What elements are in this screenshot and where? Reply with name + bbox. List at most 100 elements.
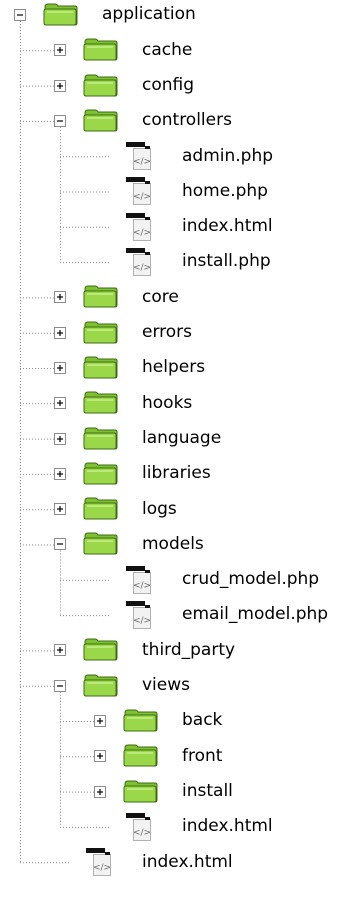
php-file-icon: </> [126, 212, 151, 241]
folder-icon [83, 638, 118, 661]
svg-text:</>: </> [133, 581, 151, 591]
folder-icon [123, 780, 158, 803]
svg-text:</>: </> [133, 157, 151, 167]
tree-folder-item[interactable]: cache [0, 33, 344, 68]
folder-label: application [102, 4, 196, 25]
folder-icon [83, 74, 118, 97]
expand-plus-icon[interactable] [94, 785, 107, 799]
tree-file-item[interactable]: </> crud_model.php [0, 562, 344, 597]
folder-label: config [142, 74, 195, 95]
php-file-icon: </> [126, 248, 151, 277]
folder-icon [123, 744, 158, 767]
svg-text:</>: </> [133, 828, 151, 838]
folder-label: libraries [142, 463, 211, 484]
expand-plus-icon[interactable] [54, 291, 67, 304]
folder-label: cache [142, 39, 193, 60]
expand-plus-icon[interactable] [54, 361, 67, 375]
php-file-icon: </> [126, 142, 151, 171]
file-label: install.php [182, 251, 271, 272]
tree-file-item[interactable]: </> index.html [0, 809, 344, 844]
tree-folder-item[interactable]: errors [0, 315, 344, 350]
expand-plus-icon[interactable] [54, 44, 67, 57]
folder-icon [83, 109, 118, 132]
folder-icon [83, 674, 118, 697]
file-label: crud_model.php [182, 569, 320, 590]
tree-folder-item[interactable]: views [0, 668, 344, 703]
expand-plus-icon[interactable] [54, 503, 67, 516]
tree-folder-item[interactable]: controllers [0, 103, 344, 138]
tree-folder-item[interactable]: helpers [0, 350, 344, 385]
folder-label: core [142, 286, 179, 307]
file-label: index.html [142, 851, 233, 872]
tree-folder-item[interactable]: core [0, 280, 344, 315]
folder-icon [83, 321, 118, 344]
svg-text:</>: </> [133, 616, 151, 626]
expand-plus-icon[interactable] [94, 750, 107, 763]
folder-icon [83, 427, 118, 450]
expand-plus-icon[interactable] [94, 714, 107, 728]
php-file-icon: </> [86, 848, 111, 877]
tree-folder-item[interactable]: language [0, 421, 344, 456]
php-file-icon: </> [126, 177, 151, 206]
file-label: admin.php [182, 145, 274, 166]
folder-icon [83, 38, 118, 61]
folder-label: install [182, 780, 233, 801]
tree-file-item[interactable]: </> email_model.php [0, 597, 344, 632]
folder-icon [83, 391, 118, 414]
tree-folder-item[interactable]: third_party [0, 633, 344, 668]
folder-icon [43, 3, 78, 26]
folder-icon [83, 462, 118, 485]
file-label: home.php [182, 180, 268, 201]
tree-file-item[interactable]: </> install.php [0, 244, 344, 279]
svg-text:</>: </> [133, 228, 151, 238]
php-file-icon: </> [126, 601, 151, 630]
tree-folder-item[interactable]: logs [0, 492, 344, 527]
file-label: index.html [182, 816, 273, 837]
folder-icon [83, 285, 118, 308]
folder-label: back [182, 710, 223, 731]
tree-folder-item[interactable]: install [0, 774, 344, 809]
folder-label: logs [142, 498, 177, 519]
tree-file-item[interactable]: </> admin.php [0, 139, 344, 174]
php-file-icon: </> [126, 565, 151, 594]
folder-label: language [142, 427, 222, 448]
tree-file-item[interactable]: </> index.html [0, 845, 344, 880]
expand-plus-icon[interactable] [54, 432, 67, 446]
tree-file-item[interactable]: </> home.php [0, 174, 344, 209]
folder-label: hooks [142, 392, 193, 413]
folder-label: views [142, 675, 191, 696]
svg-text:</>: </> [133, 263, 151, 273]
tree-file-item[interactable]: </> index.html [0, 209, 344, 244]
folder-label: helpers [142, 357, 206, 378]
file-label: email_model.php [182, 604, 329, 625]
php-file-icon: </> [126, 812, 151, 841]
collapse-minus-icon[interactable] [14, 9, 27, 22]
tree-folder-item[interactable]: front [0, 739, 344, 774]
expand-plus-icon[interactable] [54, 326, 67, 340]
expand-plus-icon[interactable] [54, 79, 67, 93]
collapse-minus-icon[interactable] [54, 679, 67, 693]
folder-icon [83, 532, 118, 555]
folder-icon [123, 709, 158, 732]
tree-folder-item[interactable]: libraries [0, 456, 344, 491]
collapse-minus-icon[interactable] [54, 114, 67, 128]
folder-label: third_party [142, 639, 236, 660]
folder-label: front [182, 745, 223, 766]
tree-folder-item[interactable]: models [0, 527, 344, 562]
tree-folder-item[interactable]: application [0, 0, 344, 32]
svg-text:</>: </> [133, 192, 151, 202]
folder-label: models [142, 533, 204, 554]
file-label: index.html [182, 216, 273, 237]
file-tree: application cache config controllers </> admi… [0, 0, 344, 909]
svg-text:</>: </> [93, 863, 111, 873]
expand-plus-icon[interactable] [54, 397, 67, 410]
folder-label: errors [142, 322, 193, 343]
folder-label: controllers [142, 110, 232, 131]
expand-plus-icon[interactable] [54, 467, 67, 481]
expand-plus-icon[interactable] [54, 644, 67, 657]
folder-icon [83, 497, 118, 520]
tree-folder-item[interactable]: back [0, 703, 344, 738]
tree-folder-item[interactable]: config [0, 68, 344, 103]
collapse-minus-icon[interactable] [54, 538, 67, 551]
tree-folder-item[interactable]: hooks [0, 386, 344, 421]
